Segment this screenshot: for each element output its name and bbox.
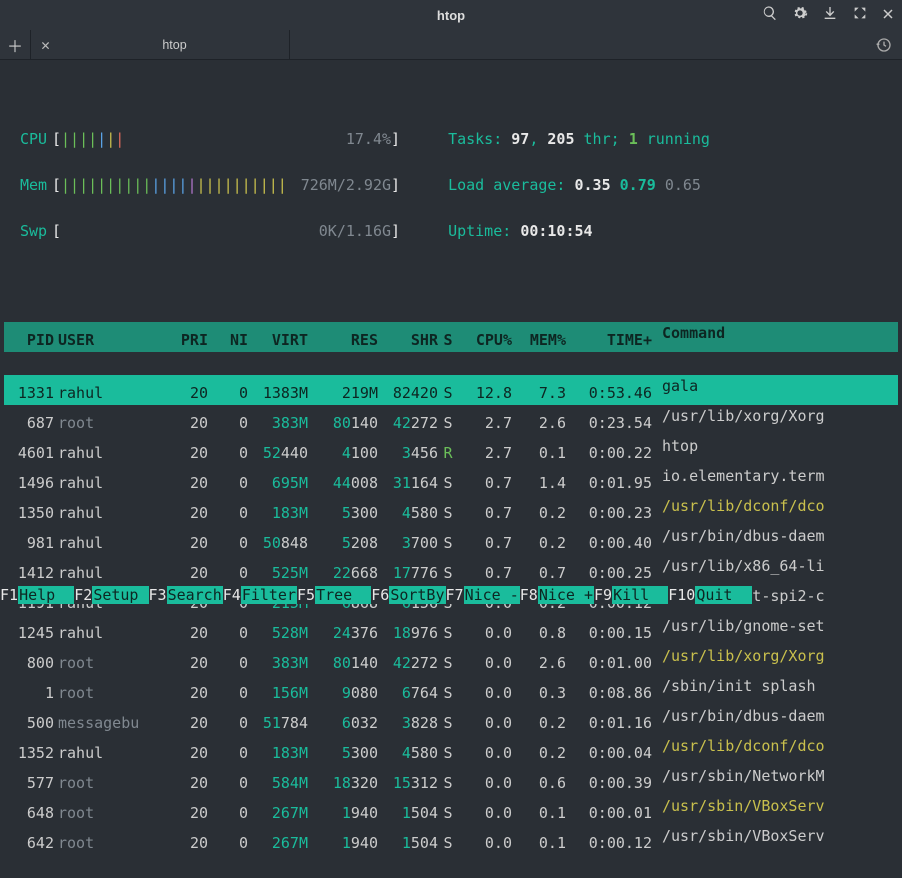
load-5: 0.79 xyxy=(620,176,656,194)
col-pid[interactable]: PID xyxy=(4,329,58,352)
fkey-label[interactable]: Search xyxy=(167,586,223,604)
fkey-F3[interactable]: F3 xyxy=(149,586,167,604)
process-row[interactable]: 1350rahul200183M53004580S0.70.20:00.23/u… xyxy=(4,495,898,525)
tasks-count: 97 xyxy=(511,130,529,148)
load-15: 0.65 xyxy=(665,176,701,194)
uptime: 00:10:54 xyxy=(520,222,592,240)
mem-meter-label: Mem xyxy=(20,174,52,197)
fkey-F7[interactable]: F7 xyxy=(446,586,464,604)
load-1: 0.35 xyxy=(575,176,611,194)
fkey-F8[interactable]: F8 xyxy=(520,586,538,604)
process-row[interactable]: 577root200584M1832015312S0.00.60:00.39/u… xyxy=(4,765,898,795)
process-list[interactable]: 1331rahul2001383M219M82420S12.87.30:53.4… xyxy=(4,375,898,855)
fkey-label[interactable]: Nice - xyxy=(464,586,520,604)
col-time[interactable]: TIME+ xyxy=(566,329,656,352)
fkey-F5[interactable]: F5 xyxy=(297,586,315,604)
close-icon[interactable] xyxy=(882,6,894,24)
swp-meter-label: Swp xyxy=(20,220,52,243)
col-pri[interactable]: PRI xyxy=(168,329,208,352)
gear-icon[interactable] xyxy=(792,5,808,25)
fkey-F6[interactable]: F6 xyxy=(371,586,389,604)
new-tab-button[interactable]: ＋ xyxy=(0,30,30,59)
process-row[interactable]: 981rahul2005084852083700S0.70.20:00.40/u… xyxy=(4,525,898,555)
process-row[interactable]: 1root200156M90806764S0.00.30:08.86/sbin/… xyxy=(4,675,898,705)
process-row[interactable]: 687root200383M8014042272S2.72.60:23.54/u… xyxy=(4,405,898,435)
process-row[interactable]: 1331rahul2001383M219M82420S12.87.30:53.4… xyxy=(4,375,898,405)
threads-count: 205 xyxy=(547,130,574,148)
process-row[interactable]: 1412rahul200525M2266817776S0.70.70:00.25… xyxy=(4,555,898,585)
process-header-row[interactable]: PIDUSERPRINIVIRTRESSHRSCPU%MEM%TIME+Comm… xyxy=(4,322,898,352)
col-ni[interactable]: NI xyxy=(208,329,248,352)
fkey-label[interactable]: SortBy xyxy=(389,586,445,604)
window-titlebar: htop xyxy=(0,0,902,30)
search-icon[interactable] xyxy=(762,5,778,25)
close-tab-button[interactable]: ✕ xyxy=(30,30,60,59)
process-row[interactable]: 500messagebu2005178460323828S0.00.20:01.… xyxy=(4,705,898,735)
col-res[interactable]: RES xyxy=(308,329,378,352)
fkey-label[interactable]: Filter xyxy=(241,586,297,604)
col-cmd[interactable]: Command xyxy=(656,322,846,345)
swp-meter-value: 0K/1.16G xyxy=(319,222,391,240)
process-row[interactable]: 648root200267M19401504S0.00.10:00.01/usr… xyxy=(4,795,898,825)
window-title: htop xyxy=(437,8,465,23)
maximize-icon[interactable] xyxy=(852,5,868,25)
cpu-meter-value: 17.4% xyxy=(346,130,391,148)
col-user[interactable]: USER xyxy=(58,329,168,352)
process-row[interactable]: 1245rahul200528M2437618976S0.00.80:00.15… xyxy=(4,615,898,645)
history-icon[interactable] xyxy=(876,37,892,57)
fkey-F9[interactable]: F9 xyxy=(594,586,612,604)
tab-label: htop xyxy=(162,38,186,52)
function-key-bar: F1Help F2Setup F3SearchF4FilterF5Tree F6… xyxy=(0,583,902,607)
fkey-F10[interactable]: F10 xyxy=(668,586,695,604)
fkey-label[interactable]: Kill xyxy=(612,586,668,604)
process-row[interactable]: 800root200383M8014042272S0.02.60:01.00/u… xyxy=(4,645,898,675)
col-mem[interactable]: MEM% xyxy=(512,329,566,352)
mem-meter-value: 726M/2.92G xyxy=(301,176,391,194)
fkey-F1[interactable]: F1 xyxy=(0,586,18,604)
fkey-label[interactable]: Quit xyxy=(695,586,751,604)
process-row[interactable]: 1352rahul200183M53004580S0.00.20:00.04/u… xyxy=(4,735,898,765)
fkey-F2[interactable]: F2 xyxy=(74,586,92,604)
col-s[interactable]: S xyxy=(438,329,458,352)
fkey-F4[interactable]: F4 xyxy=(223,586,241,604)
col-shr[interactable]: SHR xyxy=(378,329,438,352)
running-count: 1 xyxy=(629,130,638,148)
fkey-label[interactable]: Setup xyxy=(92,586,148,604)
tab-htop[interactable]: htop xyxy=(60,30,290,59)
process-row[interactable]: 642root200267M19401504S0.00.10:00.12/usr… xyxy=(4,825,898,855)
fkey-label[interactable]: Nice + xyxy=(538,586,594,604)
terminal-output: CPU[|||||||17.4%]Tasks: 97, 205 thr; 1 r… xyxy=(0,60,902,878)
tab-bar: ＋ ✕ htop xyxy=(0,30,902,60)
process-row[interactable]: 1496rahul200695M4400831164S0.71.40:01.95… xyxy=(4,465,898,495)
cpu-meter-label: CPU xyxy=(20,128,52,151)
process-row[interactable]: 4601rahul2005244041003456R2.70.10:00.22h… xyxy=(4,435,898,465)
fkey-label[interactable]: Tree xyxy=(315,586,371,604)
col-virt[interactable]: VIRT xyxy=(248,329,308,352)
fkey-label[interactable]: Help xyxy=(18,586,74,604)
download-icon[interactable] xyxy=(822,5,838,25)
col-cpu[interactable]: CPU% xyxy=(458,329,512,352)
